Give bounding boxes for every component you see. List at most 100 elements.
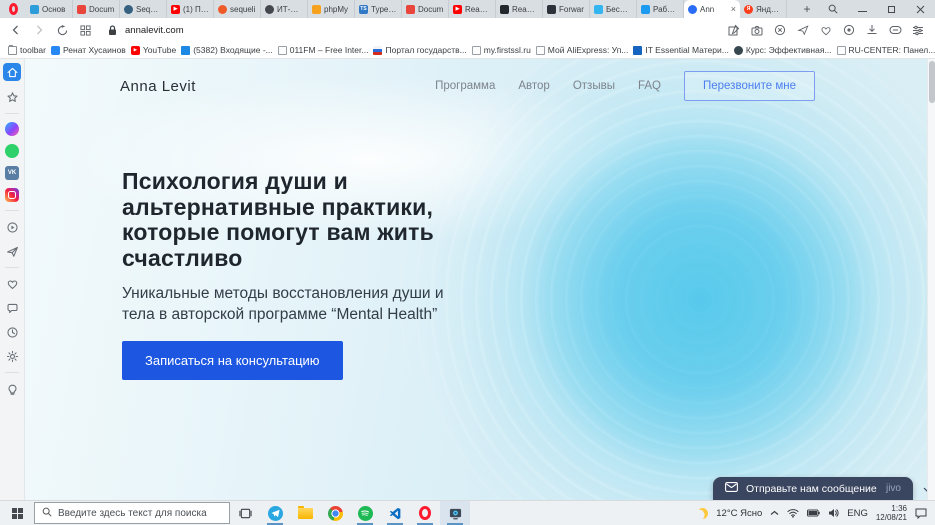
bookmark-item[interactable]: my.firstssl.ru <box>472 45 531 55</box>
taskbar-clock[interactable]: 1:36 12/08/21 <box>876 504 907 522</box>
taskbar-app-capture[interactable] <box>440 501 470 525</box>
weather-text[interactable]: 12°C Ясно <box>716 508 762 519</box>
vk-icon <box>51 46 60 55</box>
browser-tab[interactable]: TSTypeSc <box>355 0 402 18</box>
browser-tab[interactable]: Sequeli <box>120 0 167 18</box>
bookmark-item[interactable]: Ренат Хусаинов <box>51 45 126 55</box>
wallet-icon[interactable] <box>888 22 902 38</box>
taskbar-app-vscode[interactable] <box>380 501 410 525</box>
bookmark-item[interactable]: Мой AliExpress: Уп... <box>536 45 629 55</box>
taskbar-app-chrome[interactable] <box>320 501 350 525</box>
browser-tab[interactable]: БесЪдка <box>590 0 637 18</box>
site-logo[interactable]: Anna Levit <box>120 78 196 95</box>
sidebar-instagram-icon[interactable] <box>5 188 19 202</box>
scrollbar-thumb[interactable] <box>929 61 935 103</box>
start-button[interactable] <box>0 501 34 525</box>
url-text[interactable]: annalevit.com <box>125 25 184 36</box>
address-bar[interactable]: annalevit.com <box>104 22 720 38</box>
nav-link-reviews[interactable]: Отзывы <box>573 80 615 92</box>
taskbar-app-telegram[interactable] <box>260 501 290 525</box>
new-tab-button[interactable]: + <box>796 0 818 18</box>
hidden-icons-chevron[interactable] <box>770 510 779 516</box>
minimize-button[interactable] <box>848 5 877 14</box>
bookmark-item[interactable]: Портал государств... <box>373 45 466 55</box>
bookmark-item[interactable]: RU-CENTER: Панел... <box>837 45 935 55</box>
browser-tab[interactable]: ▶React JS <box>449 0 496 18</box>
tab-favicon <box>265 5 274 14</box>
bookmark-item[interactable]: IT Essential Матери... <box>633 45 728 55</box>
mail-icon <box>181 46 190 55</box>
extension-x-icon[interactable] <box>773 22 787 38</box>
my-flow-icon[interactable] <box>796 22 810 38</box>
browser-tab[interactable]: Forwar <box>543 0 590 18</box>
bookmark-item[interactable]: Курс: Эффективная... <box>734 45 832 55</box>
site-header: Anna Levit Программа Автор Отзывы FAQ Пе… <box>25 71 935 101</box>
nav-link-author[interactable]: Автор <box>518 80 549 92</box>
bookmarks-bar: toolbar Ренат Хусаинов ▶YouTube (5382) Вход… <box>0 42 935 59</box>
search-icon <box>42 507 52 520</box>
download-icon[interactable] <box>865 22 879 38</box>
tab-search-icon[interactable] <box>818 4 848 14</box>
nav-link-faq[interactable]: FAQ <box>638 80 661 92</box>
camera-icon[interactable] <box>750 22 764 38</box>
browser-tab[interactable]: sequeli <box>214 0 261 18</box>
window-controls <box>848 5 935 14</box>
bookmark-item[interactable]: toolbar <box>8 45 46 55</box>
sidebar-star-icon[interactable] <box>4 89 20 105</box>
sidebar-player-icon[interactable] <box>4 219 20 235</box>
sidebar-tips-icon[interactable] <box>4 381 20 397</box>
sidebar-whatsapp-icon[interactable] <box>5 144 19 158</box>
easy-setup-icon[interactable] <box>911 22 925 38</box>
forward-icon[interactable] <box>31 22 47 38</box>
browser-tab[interactable]: Ann× <box>684 0 740 18</box>
sidebar-flow-icon[interactable] <box>4 243 20 259</box>
sidebar-heart-icon[interactable] <box>4 276 20 292</box>
volume-icon[interactable] <box>828 508 839 518</box>
sidebar-vk-icon[interactable]: VK <box>5 166 19 180</box>
task-view-button[interactable] <box>230 501 260 525</box>
browser-tab[interactable]: Работа <box>637 0 684 18</box>
reload-icon[interactable] <box>54 22 70 38</box>
taskbar-app-explorer[interactable] <box>290 501 320 525</box>
nav-link-program[interactable]: Программа <box>435 80 495 92</box>
browser-tab[interactable]: React A <box>496 0 543 18</box>
callback-button[interactable]: Перезвоните мне <box>684 71 815 101</box>
vpn-icon[interactable] <box>842 22 856 38</box>
signup-button[interactable]: Записаться на консультацию <box>122 341 343 380</box>
bookmark-item[interactable]: 011FM – Free Inter... <box>278 45 369 55</box>
language-indicator[interactable]: ENG <box>847 508 868 519</box>
taskbar-app-opera[interactable] <box>410 501 440 525</box>
browser-tab[interactable]: Docum <box>402 0 449 18</box>
snapshot-edit-icon[interactable] <box>727 22 741 38</box>
browser-tab[interactable]: ЯЯндекс <box>740 0 787 18</box>
taskbar-app-spotify[interactable] <box>350 501 380 525</box>
sidebar-history-icon[interactable] <box>4 324 20 340</box>
browser-tab[interactable]: phpMy <box>308 0 355 18</box>
bookmark-item[interactable]: ▶YouTube <box>131 45 176 55</box>
opera-logo-icon <box>9 3 18 15</box>
sidebar-messenger-icon[interactable] <box>5 122 19 136</box>
close-button[interactable] <box>906 5 935 14</box>
page-scrollbar[interactable] <box>927 59 935 500</box>
workspaces-icon[interactable] <box>77 22 93 38</box>
bookmark-label: IT Essential Матери... <box>645 45 728 55</box>
browser-tab[interactable]: Docum <box>73 0 120 18</box>
bookmark-heart-icon[interactable] <box>819 22 833 38</box>
maximize-button[interactable] <box>877 5 906 14</box>
jivo-chat-widget[interactable]: Отправьте нам сообщение jivo <box>713 477 913 500</box>
sidebar-chat-icon[interactable] <box>4 300 20 316</box>
wifi-icon[interactable] <box>787 508 799 518</box>
tab-close-icon[interactable]: × <box>731 4 736 14</box>
sidebar-home-icon[interactable] <box>3 63 21 81</box>
taskbar-search-input[interactable]: Введите здесь текст для поиска <box>34 502 230 524</box>
opera-menu-button[interactable] <box>0 0 26 18</box>
bookmark-item[interactable]: (5382) Входящие -... <box>181 45 273 55</box>
tab-label: React A <box>512 5 538 14</box>
action-center-icon[interactable] <box>915 508 927 519</box>
browser-tab[interactable]: ИТ-фак <box>261 0 308 18</box>
browser-tab[interactable]: ▶(1) Про <box>167 0 214 18</box>
sidebar-settings-icon[interactable] <box>4 348 20 364</box>
battery-icon[interactable] <box>807 509 820 517</box>
browser-tab[interactable]: Основ <box>26 0 73 18</box>
back-icon[interactable] <box>8 22 24 38</box>
